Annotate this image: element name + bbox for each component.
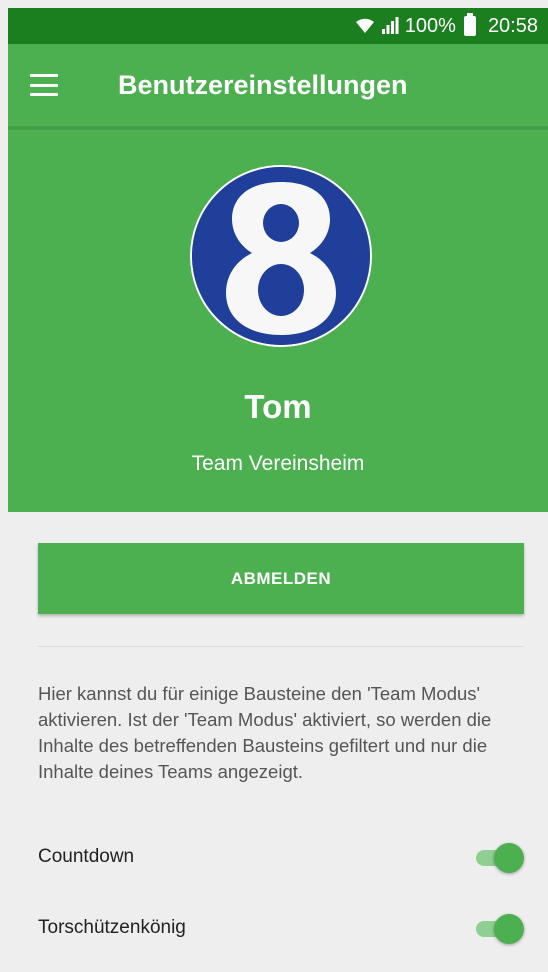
- status-time: 20:58: [487, 14, 538, 37]
- torschuetzenkoenig-toggle[interactable]: [474, 913, 524, 944]
- toggle-row-torschuetzenkoenig: Torschützenkönig: [38, 908, 524, 948]
- app-bar: Benutzereinstellungen: [8, 44, 548, 130]
- divider: [38, 646, 524, 647]
- toggle-label-countdown: Countdown: [38, 846, 135, 867]
- countdown-toggle[interactable]: [474, 842, 524, 873]
- battery-percentage: 100%: [404, 14, 456, 37]
- number-eight-avatar-icon: [192, 167, 370, 345]
- status-bar: 100% 20:58: [8, 8, 548, 44]
- page-title: Benutzereinstellungen: [118, 69, 408, 100]
- toggle-label-torschuetzenkoenig: Torschützenkönig: [38, 917, 186, 938]
- team-mode-description: Hier kannst du für einige Bausteine den …: [38, 683, 492, 782]
- toggle-row-countdown: Countdown: [38, 837, 524, 877]
- user-name: Tom: [244, 388, 312, 425]
- wifi-icon: [355, 17, 375, 35]
- battery-icon: [463, 13, 476, 36]
- signal-icon: [381, 17, 399, 35]
- hamburger-menu-icon[interactable]: [30, 74, 58, 96]
- team-name: Team Vereinsheim: [191, 452, 365, 475]
- profile-header: Tom Team Vereinsheim: [8, 130, 548, 512]
- logout-button[interactable]: ABMELDEN: [38, 543, 524, 614]
- avatar: [190, 165, 372, 347]
